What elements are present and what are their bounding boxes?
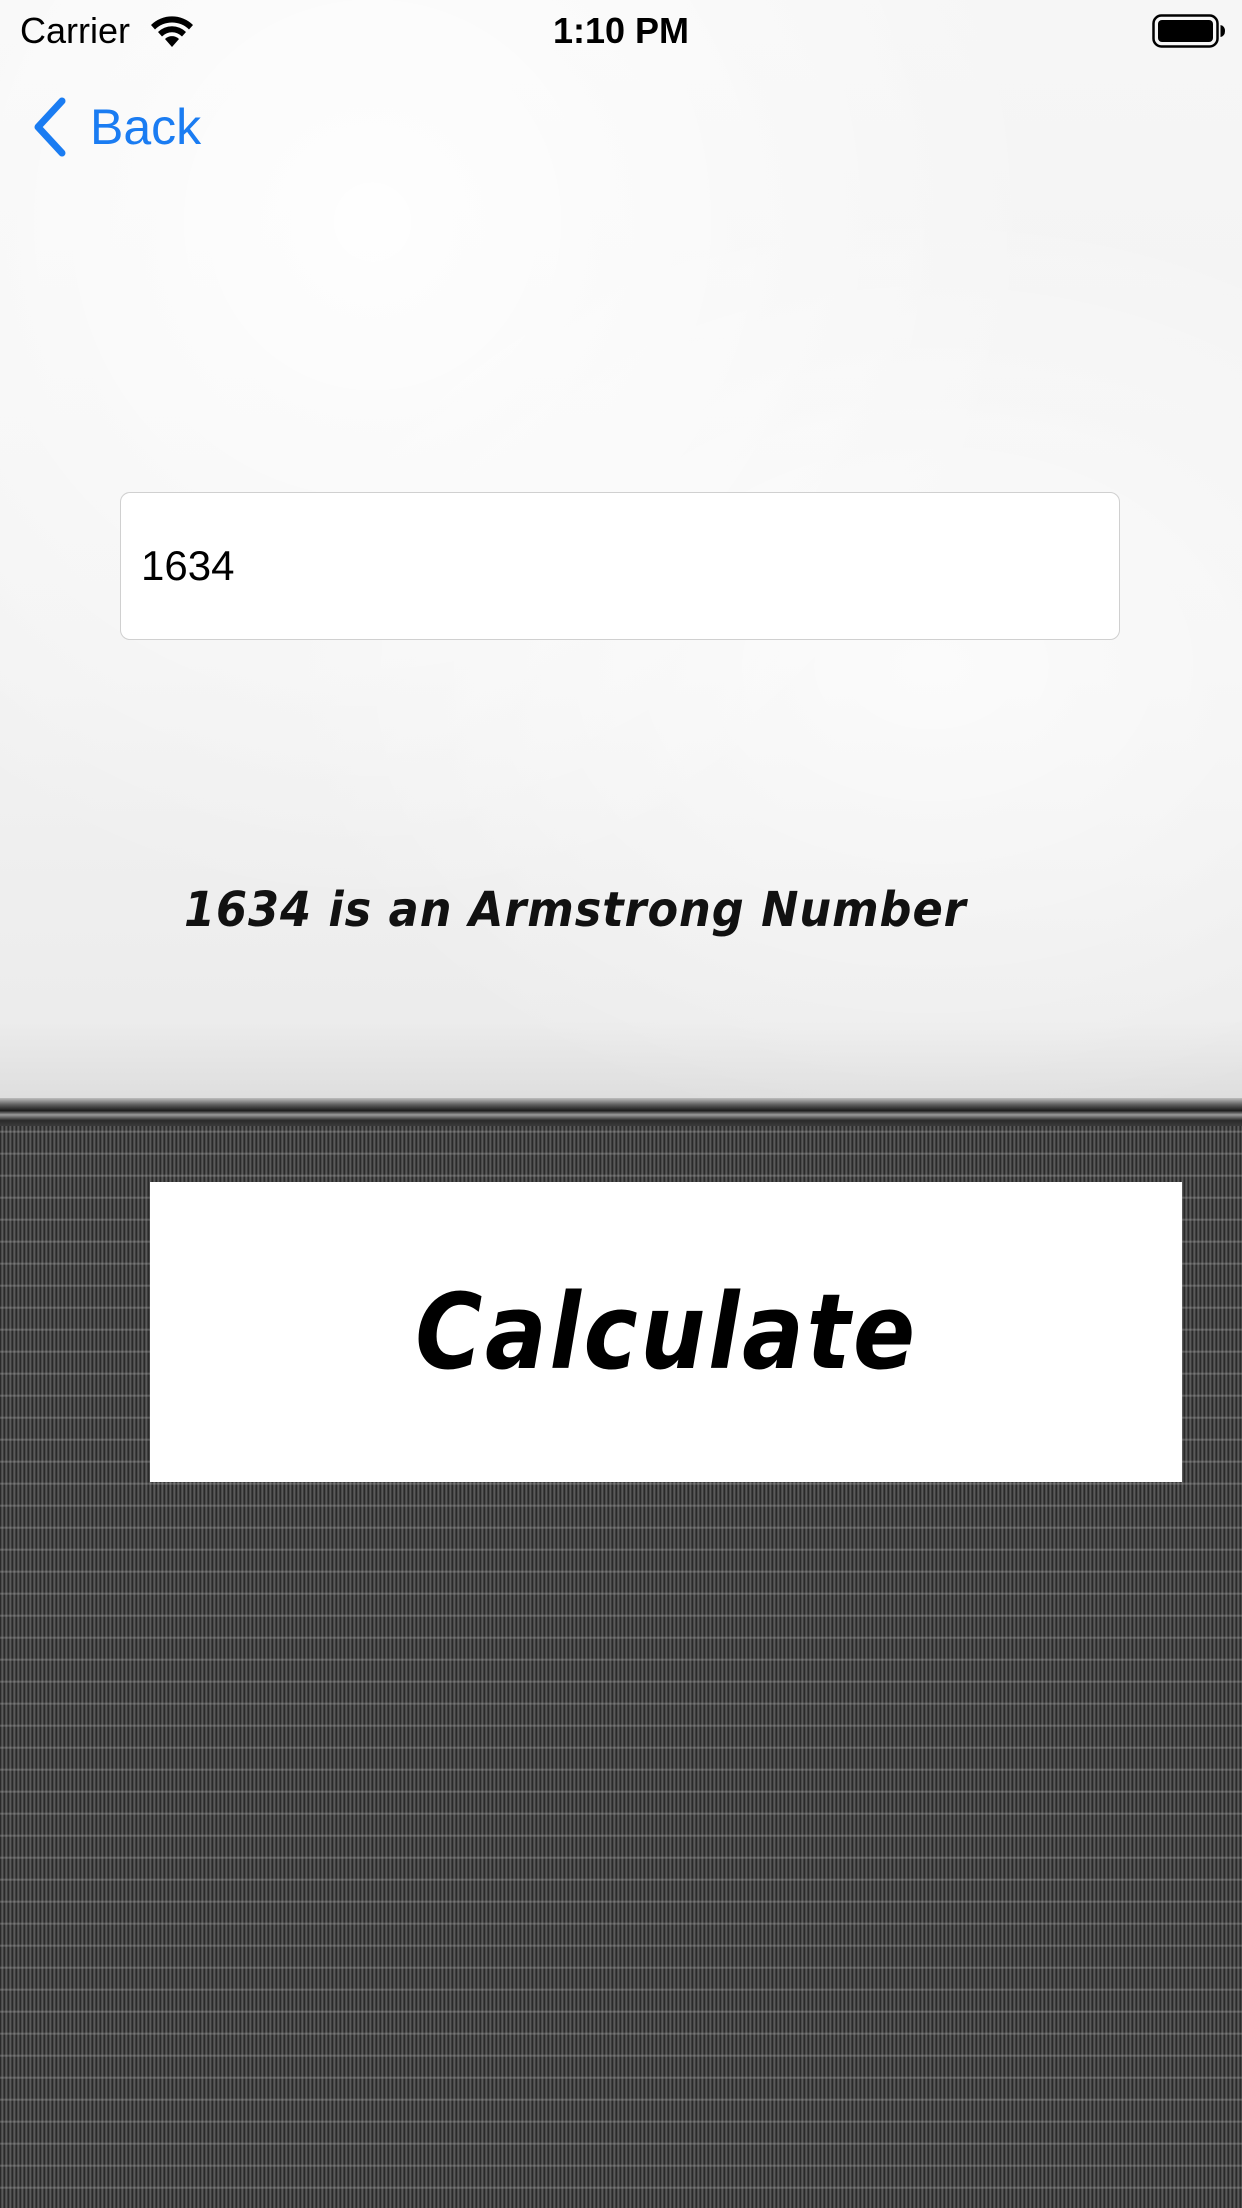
calculate-label: Calculate [414,1271,918,1393]
calculate-button[interactable]: Calculate [150,1182,1182,1482]
back-label: Back [90,99,202,155]
number-input[interactable] [120,492,1120,640]
screen: Carrier 1:10 PM Back 1634 is an Armstron… [0,0,1242,2208]
back-button[interactable]: Back [30,92,201,162]
chevron-left-icon [34,97,66,157]
status-bar: Carrier 1:10 PM [0,0,1242,60]
background-edge [0,1098,1242,1126]
result-text: 1634 is an Armstrong Number [184,882,967,938]
status-time: 1:10 PM [552,10,690,51]
battery-icon [1152,14,1225,48]
